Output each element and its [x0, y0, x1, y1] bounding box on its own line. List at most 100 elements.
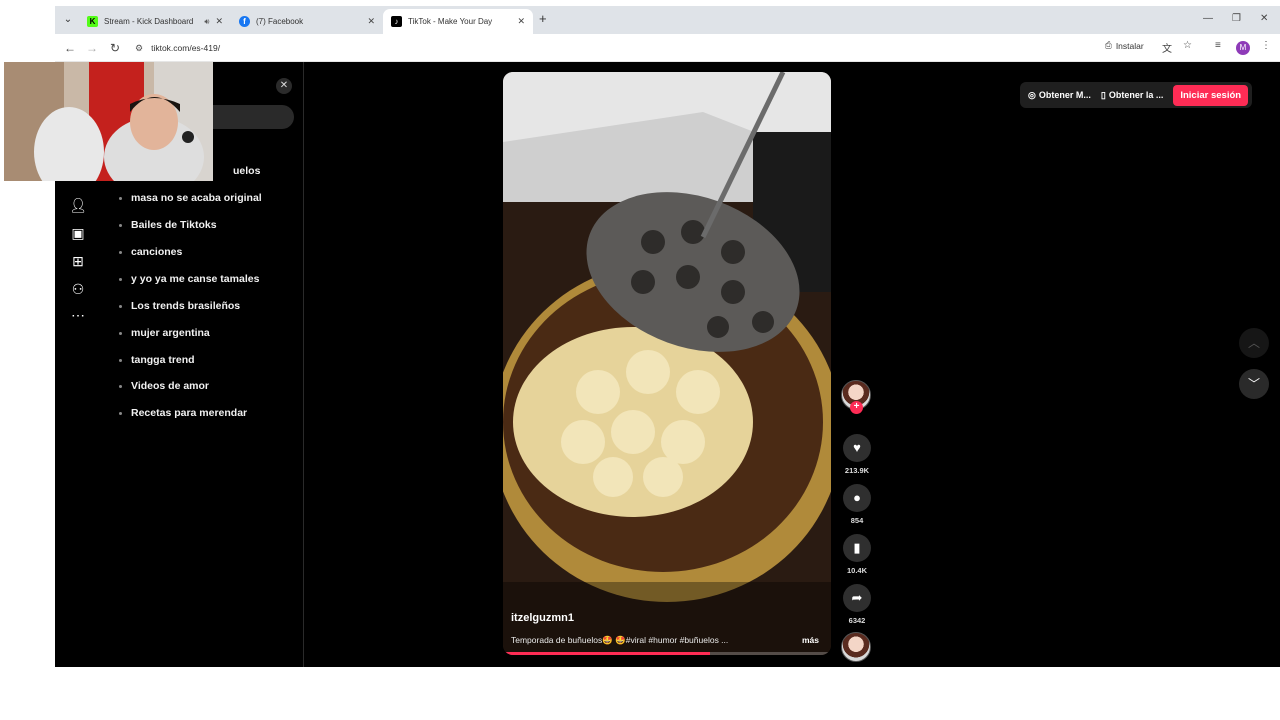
list-item[interactable]: Recetas para merendar — [119, 407, 247, 419]
suggestion-label: Bailes de Tiktoks — [131, 219, 217, 231]
tab-title: Stream - Kick Dashboard — [104, 17, 194, 26]
next-video-icon[interactable]: ﹀ — [1239, 369, 1269, 399]
get-app-link[interactable]: ▯ Obtener la ... — [1101, 90, 1163, 101]
following-icon[interactable]: 👤︎ — [69, 196, 87, 214]
media-controls-icon[interactable]: ≡ — [1215, 40, 1221, 51]
app-label: Obtener la ... — [1108, 90, 1164, 100]
list-item[interactable]: y yo ya me canse tamales — [119, 273, 259, 285]
coins-label: Obtener M... — [1038, 90, 1091, 100]
list-item[interactable]: Videos de amor — [119, 380, 209, 392]
tab-tiktok[interactable]: ♪ TikTok - Make Your Day ✕ — [383, 9, 533, 34]
close-tab-icon[interactable]: ✕ — [517, 16, 525, 27]
list-item[interactable]: uelos — [233, 165, 260, 177]
more-button[interactable]: más — [802, 635, 819, 645]
minimize-icon[interactable]: — — [1203, 13, 1213, 24]
forward-icon[interactable]: → — [86, 40, 98, 56]
coins-icon: ◎ — [1028, 89, 1036, 100]
list-item[interactable]: mujer argentina — [119, 327, 210, 339]
bullet — [119, 196, 122, 200]
bookmark-icon[interactable]: ▮ — [843, 534, 871, 562]
menu-dots-icon[interactable]: ⋮ — [1261, 40, 1271, 51]
music-disc-avatar[interactable] — [841, 632, 871, 662]
like-count: 213.9K — [844, 466, 870, 475]
tab-facebook[interactable]: f (7) Facebook ✕ — [231, 9, 383, 34]
bullet — [119, 304, 122, 308]
video-frame — [503, 72, 831, 655]
bullet — [119, 358, 122, 362]
like-icon[interactable]: ♥ — [843, 434, 871, 462]
suggestion-label: y yo ya me canse tamales — [131, 273, 260, 285]
more-icon[interactable]: ⋯ — [69, 306, 87, 324]
video-description: Temporada de buñuelos🤩 🤩#viral #humor #b… — [511, 635, 729, 645]
site-info-icon[interactable]: ⚙ — [135, 43, 143, 53]
comment-count: 854 — [850, 516, 864, 525]
live-icon[interactable]: ▣ — [69, 224, 87, 242]
close-icon[interactable]: ✕ — [276, 78, 292, 94]
browser-window: ⌄ K Stream - Kick Dashboard 🔊︎ ✕ f (7) F… — [55, 6, 1280, 667]
follow-plus-icon[interactable]: + — [850, 401, 863, 414]
suggestion-label: Videos de amor — [131, 380, 210, 392]
address-bar[interactable]: ⚙ tiktok.com/es-419/ — [135, 39, 1185, 57]
suggestion-label: mujer argentina — [131, 327, 210, 339]
bullet — [119, 223, 122, 227]
list-item[interactable]: masa no se acaba original — [119, 192, 262, 204]
close-tab-icon[interactable]: ✕ — [215, 16, 223, 27]
translate-icon[interactable]: 文 — [1162, 40, 1172, 55]
video-progress-fill — [503, 652, 710, 655]
profile-icon[interactable]: ⚇ — [69, 280, 87, 298]
webcam-overlay — [4, 62, 213, 181]
video-progress-bar[interactable] — [503, 652, 831, 655]
suggestion-label: tangga trend — [131, 354, 195, 366]
kick-icon: K — [87, 16, 98, 27]
bullet — [119, 331, 122, 335]
screen: ⌄ K Stream - Kick Dashboard 🔊︎ ✕ f (7) F… — [0, 0, 1280, 720]
bookmark-star-icon[interactable]: ☆ — [1183, 40, 1192, 51]
webcam-frame — [4, 62, 213, 181]
share-icon[interactable]: ➦ — [843, 584, 871, 612]
suggestion-label: uelos — [233, 165, 261, 177]
close-window-icon[interactable]: ✕ — [1260, 13, 1268, 24]
bullet — [119, 411, 122, 415]
video-player[interactable]: itzelguzmn1 Temporada de buñuelos🤩 🤩#vir… — [503, 72, 831, 655]
tab-kick[interactable]: K Stream - Kick Dashboard 🔊︎ ✕ — [79, 9, 231, 34]
tab-title: TikTok - Make Your Day — [408, 17, 493, 26]
new-tab-icon[interactable]: + — [539, 12, 547, 26]
install-button[interactable]: ⎙ Instalar — [1105, 40, 1144, 51]
tiktok-page: 👤︎ ▣ ⊞ ⚇ ⋯ ✕ al uelos masa no se acaba o… — [55, 62, 1280, 667]
phone-icon: ▯ — [1100, 89, 1106, 100]
list-item[interactable]: Los trends brasileños — [119, 300, 240, 312]
tiktok-icon: ♪ — [391, 16, 402, 27]
reload-icon[interactable]: ↻ — [110, 40, 120, 56]
list-item[interactable]: canciones — [119, 246, 182, 258]
browser-toolbar: ← → ↻ ⚙ tiktok.com/es-419/ ⎙ Instalar 文 ☆… — [55, 34, 1280, 62]
facebook-icon: f — [239, 16, 250, 27]
bullet — [119, 384, 122, 388]
close-tab-icon[interactable]: ✕ — [367, 16, 375, 27]
login-button[interactable]: Iniciar sesión — [1173, 84, 1249, 106]
profile-avatar[interactable]: M — [1236, 41, 1250, 55]
suggestion-label: Recetas para merendar — [131, 407, 248, 419]
list-item[interactable]: tangga trend — [119, 354, 195, 366]
previous-video-icon[interactable]: ︿ — [1239, 328, 1269, 358]
install-label: Instalar — [1115, 40, 1144, 51]
tab-search-chevron-icon[interactable]: ⌄ — [60, 12, 76, 28]
save-count: 10.4K — [846, 566, 867, 575]
restore-icon[interactable]: ❐ — [1232, 13, 1241, 24]
tab-bar: ⌄ K Stream - Kick Dashboard 🔊︎ ✕ f (7) F… — [55, 6, 1280, 34]
comment-icon[interactable]: ● — [843, 484, 871, 512]
list-item[interactable]: Bailes de Tiktoks — [119, 219, 217, 231]
speaker-icon[interactable]: 🔊︎ — [204, 17, 209, 27]
top-right-bar: ◎ Obtener M... ▯ Obtener la ... Iniciar se… — [1020, 82, 1253, 108]
share-count: 6342 — [848, 616, 866, 625]
get-coins-link[interactable]: ◎ Obtener M... — [1028, 90, 1091, 101]
suggestion-label: canciones — [131, 246, 183, 258]
suggestion-label: masa no se acaba original — [131, 192, 262, 204]
install-icon: ⎙ — [1105, 40, 1112, 50]
video-username[interactable]: itzelguzmn1 — [511, 612, 574, 624]
action-bar: + ♥ 213.9K ● 854 ▮ 10.4K ➦ 6342 — [841, 62, 873, 667]
upload-icon[interactable]: ⊞ — [69, 252, 87, 270]
bullet — [119, 250, 122, 254]
back-icon[interactable]: ← — [64, 40, 76, 56]
tab-title: (7) Facebook — [256, 17, 304, 26]
bullet — [119, 277, 122, 281]
